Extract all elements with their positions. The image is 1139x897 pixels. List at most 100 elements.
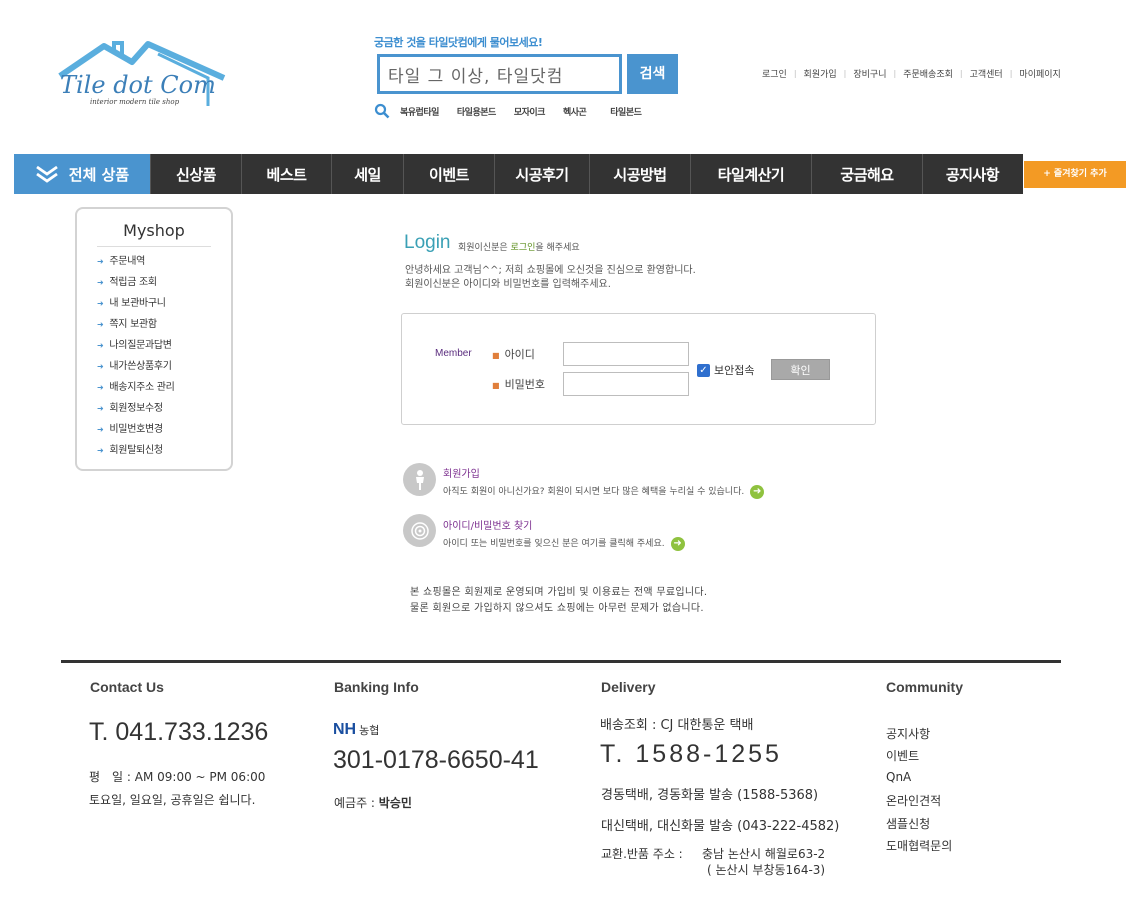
order-tracking-link[interactable]: 주문배송조회 — [903, 67, 953, 80]
nav-all-label: 전체 상품 — [68, 165, 130, 184]
myshop-item-messages[interactable]: ➜ 쪽지 보관함 — [97, 316, 175, 337]
arrow-right-circle-icon[interactable]: ➜ — [750, 484, 765, 499]
keyword-link[interactable]: 모자이크 — [514, 105, 546, 118]
holder-label: 예금주 : — [334, 796, 379, 810]
person-icon — [403, 463, 436, 496]
arrow-right-circle-icon[interactable]: ➜ — [670, 536, 685, 551]
bank-brand: NH 농협 — [333, 721, 379, 739]
keyword-link[interactable]: 헥사곤 — [563, 105, 587, 118]
password-label: ■ 비밀번호 — [492, 376, 545, 392]
login-confirm-button[interactable]: 확인 — [771, 359, 830, 380]
myshop-sidebar: Myshop ➜ 주문내역 ➜ 적립금 조회 ➜ 내 보관바구니 ➜ 쪽지 보관함 ➜ 나… — [75, 207, 233, 471]
join-description: 아직도 회원이 아니신가요? 회원이 되시면 보다 많은 혜택을 누리실 수 있… — [443, 484, 765, 499]
join-link-title[interactable]: 회원가입 — [443, 465, 764, 480]
nav-item-event[interactable]: 이벤트 — [403, 154, 494, 194]
myshop-item-withdraw[interactable]: ➜ 회원탈퇴신청 — [97, 442, 175, 463]
add-favorite-button[interactable]: + 즐겨찾기 추가 — [1024, 161, 1126, 188]
target-icon — [403, 514, 436, 547]
secure-login-label: 보안접속 — [714, 364, 755, 377]
arrow-icon: ➜ — [97, 383, 104, 392]
myshop-item-my-reviews[interactable]: ➜ 내가쓴상품후기 — [97, 358, 175, 379]
return-address-label: 교환.반품 주소 : — [601, 847, 683, 861]
login-sub-highlight: 로그인 — [510, 243, 536, 253]
delivery-tracking: 배송조회 : CJ 대한통운 택배 — [600, 718, 754, 733]
nav-item-faq[interactable]: 궁금해요 — [811, 154, 922, 194]
return-address-line-2: ( 논산시 부창동164-3) — [707, 863, 826, 877]
myshop-item-profile[interactable]: ➜ 회원정보수정 — [97, 400, 175, 421]
nav-item-best[interactable]: 베스트 — [241, 154, 331, 194]
keyword-link[interactable]: 복유럽타일 — [400, 105, 439, 118]
bank-name: 농협 — [359, 724, 380, 737]
myshop-item-wishlist[interactable]: ➜ 내 보관바구니 — [97, 295, 175, 316]
checkbox-checked-icon[interactable]: ✓ — [697, 363, 710, 377]
arrow-icon: ➜ — [97, 425, 104, 434]
id-label: ■ 아이디 — [492, 346, 535, 362]
community-qna-link[interactable]: QnA — [886, 770, 952, 792]
closed-days: 토요일, 일요일, 공휴일은 쉽니다. — [89, 793, 256, 807]
mypage-link[interactable]: 마이페이지 — [1019, 67, 1060, 80]
arrow-icon: ➜ — [97, 278, 104, 287]
site-logo[interactable]: Tile dot Com interior modern tile shop — [58, 40, 228, 110]
nav-item-sale[interactable]: 세일 — [331, 154, 403, 194]
myshop-item-qna[interactable]: ➜ 나의질문과답변 — [97, 337, 175, 358]
join-section: 회원가입 아직도 회원이 아니신가요? 회원이 되시면 보다 많은 혜택을 누리… — [443, 465, 765, 499]
nav-item-notice[interactable]: 공지사항 — [922, 154, 1022, 194]
nav-item-calculator[interactable]: 타일계산기 — [690, 154, 811, 194]
myshop-item-label: 내가쓴상품후기 — [109, 361, 172, 372]
myshop-item-orders[interactable]: ➜ 주문내역 — [97, 253, 175, 274]
cart-link[interactable]: 장비구니 — [853, 67, 886, 80]
keyword-link[interactable]: 타일용본드 — [457, 105, 496, 118]
myshop-item-password[interactable]: ➜ 비밀번호변경 — [97, 421, 175, 442]
nav-item-new[interactable]: 신상품 — [150, 154, 241, 194]
join-link[interactable]: 회원가입 — [804, 67, 837, 80]
search-button[interactable]: 검색 — [627, 54, 678, 94]
find-account-link-title[interactable]: 아이디/비밀번호 찾기 — [443, 517, 685, 532]
secure-login-toggle[interactable]: ✓ 보안접속 — [697, 362, 754, 378]
myshop-item-label: 적립금 조회 — [109, 277, 157, 288]
login-sub-suffix: 을 해주세요 — [535, 243, 580, 253]
myshop-item-label: 회원탈퇴신청 — [109, 445, 163, 456]
login-sub-prefix: 회원이신분은 — [458, 243, 511, 253]
kyungdong-delivery: 경동택배, 경동화물 발송 (1588-5368) — [601, 788, 819, 803]
arrow-icon: ➜ — [97, 404, 104, 413]
myshop-item-label: 회원정보수정 — [109, 403, 163, 414]
logo-subtext: interior modern tile shop — [90, 98, 180, 106]
bank-account-number: 301-0178-6650-41 — [333, 746, 539, 774]
bullet-icon: ■ — [492, 381, 500, 390]
myshop-item-label: 주문내역 — [109, 256, 146, 267]
welcome-line-1: 안녕하세요 고객님^^; 저희 쇼핑몰에 오신것을 진심으로 환영합니다. — [405, 265, 696, 276]
nav-all-products[interactable]: 전체 상품 — [14, 154, 150, 194]
community-notice-link[interactable]: 공지사항 — [886, 725, 952, 747]
arrow-icon: ➜ — [97, 320, 104, 329]
nav-item-howto[interactable]: 시공방법 — [589, 154, 690, 194]
myshop-item-label: 내 보관바구니 — [109, 298, 166, 309]
myshop-item-address[interactable]: ➜ 배송지주소 관리 — [97, 379, 175, 400]
find-account-description: 아이디 또는 비밀번호를 잊으신 분은 여기를 클릭해 주세요. ➜ — [443, 536, 685, 551]
community-wholesale-link[interactable]: 도매협력문의 — [886, 837, 952, 859]
community-links: 공지사항 이벤트 QnA 온라인견적 샘플신청 도매협력문의 — [886, 725, 952, 859]
myshop-item-label: 쪽지 보관함 — [109, 319, 157, 330]
divider: | — [893, 69, 897, 78]
business-hours: 평 일 : AM 09:00 ~ PM 06:00 — [89, 770, 266, 784]
search-keywords: 복유럽타일 타일용본드 모자이크 헥사곤 타일본드 — [374, 102, 659, 120]
community-event-link[interactable]: 이벤트 — [886, 747, 952, 769]
community-title: Community — [886, 679, 963, 695]
id-label-text: 아이디 — [504, 348, 535, 361]
search-input[interactable] — [377, 54, 622, 94]
arrow-icon: ➜ — [97, 362, 104, 371]
notice-line-1: 본 쇼핑몰은 회원제로 운영되며 가입비 및 이용료는 전액 무료입니다. — [410, 587, 708, 598]
double-chevron-down-icon — [35, 165, 58, 183]
myshop-item-points[interactable]: ➜ 적립금 조회 — [97, 274, 175, 295]
customer-center-link[interactable]: 고객센터 — [970, 67, 1003, 80]
community-estimate-link[interactable]: 온라인견적 — [886, 792, 952, 814]
keyword-link[interactable]: 타일본드 — [610, 105, 642, 118]
search-tagline: 궁금한 것을 타일닷컴에게 물어보세요! — [374, 36, 543, 49]
divider: | — [843, 69, 847, 78]
login-link[interactable]: 로그인 — [762, 67, 787, 80]
account-holder: 예금주 : 박승민 — [334, 794, 412, 811]
nav-item-reviews[interactable]: 시공후기 — [494, 154, 589, 194]
password-input[interactable] — [563, 372, 689, 396]
community-sample-link[interactable]: 샘플신청 — [886, 815, 952, 837]
id-input[interactable] — [563, 342, 689, 366]
myshop-item-label: 비밀번호변경 — [109, 424, 163, 435]
